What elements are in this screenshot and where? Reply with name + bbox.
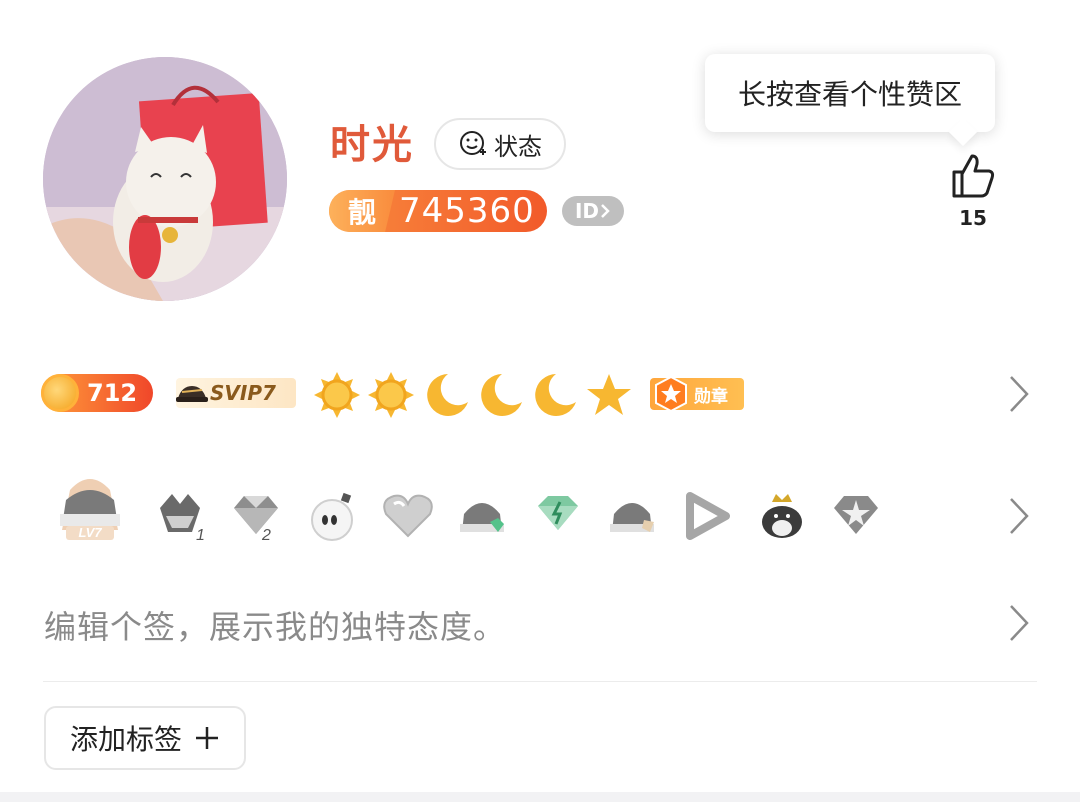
svip-badge[interactable]: SVIP7 <box>176 378 296 408</box>
moon-icon <box>481 374 522 416</box>
medal-star-icon <box>655 375 687 413</box>
nickname: 时光 <box>330 122 414 168</box>
signature-placeholder[interactable]: 编辑个签，展示我的独特态度。 <box>44 602 506 648</box>
medal-label: 勋章 <box>694 386 728 407</box>
like-count: 15 <box>959 206 987 230</box>
crowned-penguin-badge-icon[interactable] <box>754 488 810 544</box>
svip-hat-icon <box>176 386 208 402</box>
sun-icon <box>368 372 414 418</box>
green-diamond-badge-icon[interactable] <box>530 488 586 544</box>
liang-number-badge[interactable]: 靓 745360 <box>329 190 547 232</box>
signature-chevron-icon[interactable] <box>1008 603 1030 643</box>
penguin-wings-badge-icon[interactable]: 1 <box>152 488 208 544</box>
qq-number: 745360 <box>399 191 535 231</box>
penguin-lv7-badge-icon[interactable]: LV7 <box>52 470 128 550</box>
play-badge-icon[interactable] <box>680 488 736 544</box>
badge-count: 2 <box>261 527 271 544</box>
status-button[interactable]: 状态 <box>434 118 566 170</box>
penguin-green-badge-icon[interactable] <box>454 488 510 544</box>
moon-icon <box>535 374 576 416</box>
diamond-badge-icon[interactable]: 2 <box>228 488 284 544</box>
coin-icon <box>41 374 79 412</box>
heart-badge-icon[interactable] <box>380 488 436 544</box>
avatar-image <box>43 57 287 301</box>
id-button[interactable]: ID <box>562 196 624 226</box>
like-tooltip: 长按查看个性赞区 <box>705 54 995 132</box>
tooltip-text: 长按查看个性赞区 <box>737 78 962 111</box>
id-label: ID <box>574 199 600 223</box>
penguin-scarf-badge-icon[interactable] <box>604 488 660 544</box>
bomb-badge-icon[interactable] <box>306 488 362 544</box>
smiley-add-icon <box>460 131 486 155</box>
add-tag-button[interactable]: 添加标签 <box>44 706 246 770</box>
sun-icon <box>314 372 360 418</box>
like-button[interactable]: 15 <box>948 152 998 230</box>
add-tag-label: 添加标签 <box>69 723 182 756</box>
bottom-separator <box>0 792 1080 802</box>
medal-badge[interactable]: 勋章 <box>650 375 744 413</box>
thumbs-up-icon <box>952 154 995 198</box>
badges-row-chevron-icon[interactable] <box>1008 496 1030 536</box>
coin-badge[interactable]: 712 <box>41 374 153 412</box>
avatar[interactable] <box>43 57 287 301</box>
badge-count: 1 <box>196 527 205 544</box>
svip-label: SVIP7 <box>210 381 276 405</box>
liang-label: 靓 <box>329 190 395 232</box>
status-label: 状态 <box>494 132 542 161</box>
moon-icon <box>427 374 468 416</box>
level-row-chevron-icon[interactable] <box>1008 374 1030 414</box>
star-gem-badge-icon[interactable] <box>828 488 884 544</box>
plus-icon <box>196 727 218 749</box>
star-icon <box>587 374 631 415</box>
coin-value: 712 <box>87 379 138 407</box>
lv7-text: LV7 <box>78 525 102 540</box>
profile-page: 时光 状态 靓 745360 ID 长按查看个性赞区 15 712 SVIP7 … <box>0 0 1080 802</box>
divider <box>43 681 1037 682</box>
chevron-right-icon <box>601 204 610 218</box>
